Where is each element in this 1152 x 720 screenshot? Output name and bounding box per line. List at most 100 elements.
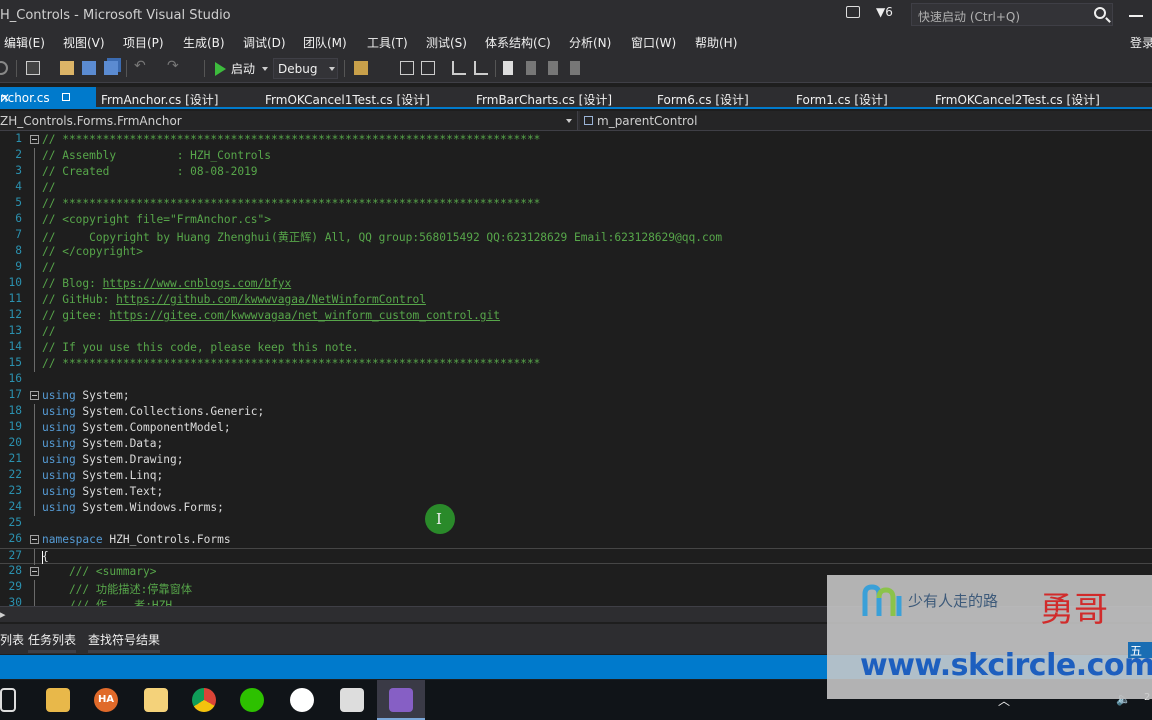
collapse-icon[interactable] — [30, 391, 39, 400]
type-dropdown[interactable]: ZH_Controls.Forms.FrmAnchor — [0, 111, 578, 130]
member-dropdown[interactable]: m_parentControl — [580, 111, 1152, 130]
search-icon[interactable] — [1094, 7, 1106, 19]
close-icon[interactable]: ✕ — [0, 91, 10, 105]
bookmark-icon[interactable] — [503, 61, 513, 75]
task-view-icon[interactable] — [0, 688, 16, 712]
menu-analyze[interactable]: 分析(N) — [569, 34, 611, 51]
tab-frmokcancel1test-design[interactable]: FrmOKCancel1Test.cs [设计] — [265, 91, 430, 108]
code-line[interactable]: 24 using System.Windows.Forms; — [0, 500, 1152, 516]
code-line[interactable]: 8 // </copyright> — [0, 244, 1152, 260]
ha-app-icon[interactable]: HA — [94, 688, 118, 712]
code-line[interactable]: 20 using System.Data; — [0, 436, 1152, 452]
undo-icon[interactable]: ↶ — [134, 58, 148, 74]
tab-frmanchor-cs[interactable]: nchor.cs ✕ — [0, 87, 96, 109]
code-line[interactable]: 5 // ************************************… — [0, 196, 1152, 212]
tab-frmbarcharts-design[interactable]: FrmBarCharts.cs [设计] — [476, 91, 612, 108]
tab-error-list[interactable]: 列表 — [0, 631, 24, 648]
tab-frmanchor-design[interactable]: FrmAnchor.cs [设计] — [101, 91, 218, 108]
solution-config-select[interactable]: Debug — [273, 58, 338, 79]
code-line[interactable]: 10 // Blog: https://www.cnblogs.com/bfyx — [0, 276, 1152, 292]
code-text: using System.Windows.Forms; — [42, 501, 224, 514]
menu-window[interactable]: 窗口(W) — [631, 34, 676, 51]
feedback-filter[interactable]: ▼6 — [876, 5, 893, 19]
comment-link[interactable]: https://gitee.com/kwwwvagaa/net_winform_… — [109, 309, 500, 322]
start-button[interactable]: 启动 — [231, 60, 255, 77]
code-line[interactable]: 22 using System.Linq; — [0, 468, 1152, 484]
tab-form6-design[interactable]: Form6.cs [设计] — [657, 91, 749, 108]
menu-build[interactable]: 生成(B) — [183, 34, 225, 51]
code-editor[interactable]: 1 // ************************************… — [0, 132, 1152, 606]
code-line[interactable]: 2 // Assembly : HZH_Controls — [0, 148, 1152, 164]
tab-find-symbol-results[interactable]: 查找符号结果 — [88, 631, 160, 648]
uncomment-icon[interactable] — [474, 61, 488, 75]
collapse-icon[interactable] — [30, 535, 39, 544]
notification-icon[interactable] — [846, 6, 860, 18]
comment-link[interactable]: https://www.cnblogs.com/bfyx — [103, 277, 292, 290]
code-line[interactable]: 16 — [0, 372, 1152, 388]
back-icon[interactable] — [0, 61, 8, 75]
code-line[interactable]: 11 // GitHub: https://github.com/kwwwvaga… — [0, 292, 1152, 308]
code-line[interactable]: 13 // — [0, 324, 1152, 340]
menu-help[interactable]: 帮助(H) — [695, 34, 737, 51]
code-line[interactable]: 15 // ***********************************… — [0, 356, 1152, 372]
menu-debug[interactable]: 调试(D) — [243, 34, 286, 51]
open-folder-icon[interactable] — [60, 61, 74, 75]
code-line[interactable]: 17 using System; — [0, 388, 1152, 404]
menu-edit[interactable]: 编辑(E) — [4, 34, 45, 51]
next-bookmark-icon[interactable] — [548, 61, 558, 75]
code-line[interactable]: 26 namespace HZH_Controls.Forms — [0, 532, 1152, 548]
find-in-files-icon[interactable] — [354, 61, 368, 75]
code-line[interactable]: 4 // — [0, 180, 1152, 196]
tab-form1-design[interactable]: Form1.cs [设计] — [796, 91, 888, 108]
menu-architecture[interactable]: 体系结构(C) — [485, 34, 551, 51]
calculator-icon[interactable] — [340, 688, 364, 712]
tab-frmokcancel2test-design[interactable]: FrmOKCancel2Test.cs [设计] — [935, 91, 1100, 108]
pin-icon[interactable] — [62, 93, 70, 101]
code-line[interactable]: 7 // Copyright by Huang Zhenghui(黄正辉) All… — [0, 228, 1152, 244]
code-line[interactable]: 1 // ************************************… — [0, 132, 1152, 148]
minimize-button[interactable] — [1129, 15, 1143, 17]
file-explorer-icon[interactable] — [46, 688, 70, 712]
code-line[interactable]: 23 using System.Text; — [0, 484, 1152, 500]
start-icon[interactable] — [215, 62, 226, 76]
code-line[interactable]: 25 — [0, 516, 1152, 532]
login-link[interactable]: 登录 — [1130, 34, 1152, 51]
new-project-icon[interactable] — [26, 61, 40, 75]
chrome-icon[interactable] — [192, 688, 216, 712]
menu-test[interactable]: 测试(S) — [426, 34, 467, 51]
menu-tools[interactable]: 工具(T) — [367, 34, 408, 51]
code-line[interactable]: 3 // Created : 08-08-2019 — [0, 164, 1152, 180]
toggle-view-icon[interactable] — [421, 61, 435, 75]
menu-project[interactable]: 项目(P) — [123, 34, 164, 51]
wechat-icon[interactable] — [240, 688, 264, 712]
code-line[interactable]: 18 using System.Collections.Generic; — [0, 404, 1152, 420]
zoom-arrow-icon[interactable]: ▸ — [0, 608, 6, 621]
prev-bookmark-icon[interactable] — [526, 61, 536, 75]
sticky-app-icon[interactable] — [144, 688, 168, 712]
menu-view[interactable]: 视图(V) — [63, 34, 105, 51]
code-line[interactable]: 12 // gitee: https://gitee.com/kwwwvagaa/… — [0, 308, 1152, 324]
collapse-icon[interactable] — [30, 135, 39, 144]
code-line[interactable]: 9 // — [0, 260, 1152, 276]
save-icon[interactable] — [82, 61, 96, 75]
comment-icon[interactable] — [452, 61, 466, 75]
format-icon[interactable] — [400, 61, 414, 75]
ime-indicator[interactable]: 五 — [1128, 642, 1152, 658]
redo-icon[interactable]: ↷ — [167, 58, 181, 74]
line-number: 1 — [15, 132, 22, 145]
chevron-down-icon[interactable] — [262, 67, 268, 71]
music-app-icon[interactable] — [290, 688, 314, 712]
code-line[interactable]: 27 { — [0, 548, 1152, 565]
clear-bookmarks-icon[interactable] — [570, 61, 580, 75]
visual-studio-icon[interactable] — [389, 688, 413, 712]
menu-team[interactable]: 团队(M) — [303, 34, 347, 51]
code-line[interactable]: 19 using System.ComponentModel; — [0, 420, 1152, 436]
tab-task-list[interactable]: 任务列表 — [28, 631, 76, 648]
collapse-icon[interactable] — [30, 567, 39, 576]
code-line[interactable]: 14 // If you use this code, please keep t… — [0, 340, 1152, 356]
save-all-icon[interactable] — [104, 61, 118, 75]
code-line[interactable]: 21 using System.Drawing; — [0, 452, 1152, 468]
code-line[interactable]: 6 // <copyright file="FrmAnchor.cs"> — [0, 212, 1152, 228]
quick-launch-input[interactable]: 快速启动 (Ctrl+Q) — [911, 3, 1113, 26]
comment-link[interactable]: https://github.com/kwwwvagaa/NetWinformC… — [116, 293, 426, 306]
